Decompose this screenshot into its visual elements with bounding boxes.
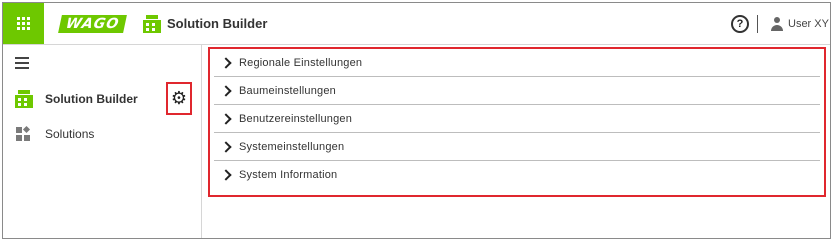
chevron-right-icon (220, 56, 232, 69)
solution-builder-icon (143, 15, 161, 33)
settings-item-user[interactable]: Benutzereinstellungen (214, 105, 820, 133)
settings-item-label: Baumeinstellungen (239, 84, 336, 97)
settings-item-label: System Information (239, 168, 338, 181)
sidebar-item-solutions[interactable]: Solutions (3, 123, 163, 145)
sidebar: Solution Builder ⚙ Solutions (3, 45, 202, 238)
settings-item-label: Systemeinstellungen (239, 140, 345, 153)
chevron-right-icon (220, 84, 232, 97)
settings-item-system-information[interactable]: System Information (214, 161, 820, 188)
help-icon[interactable]: ? (731, 15, 749, 33)
grid-icon (17, 17, 30, 30)
chevron-right-icon (220, 168, 232, 181)
settings-item-label: Regionale Einstellungen (239, 56, 363, 69)
settings-menu: Regionale Einstellungen Baumeinstellunge… (208, 47, 826, 197)
chevron-right-icon (220, 140, 232, 153)
settings-item-system[interactable]: Systemeinstellungen (214, 133, 820, 161)
settings-button[interactable]: ⚙ (166, 82, 192, 115)
user-name: User XY (788, 18, 829, 30)
settings-item-tree[interactable]: Baumeinstellungen (214, 77, 820, 105)
settings-item-label: Benutzereinstellungen (239, 112, 353, 125)
sidebar-item-label: Solutions (45, 127, 95, 141)
top-bar: WAGO Solution Builder ? User XY (3, 3, 830, 45)
chevron-right-icon (220, 112, 232, 125)
solution-builder-icon (15, 90, 33, 108)
header-divider (757, 15, 758, 33)
app-title: Solution Builder (167, 16, 268, 31)
settings-item-regional[interactable]: Regionale Einstellungen (214, 49, 820, 77)
user-menu[interactable]: User XY (770, 15, 829, 33)
gear-icon: ⚙ (170, 87, 188, 109)
user-icon (770, 17, 784, 31)
wago-logo: WAGO (58, 15, 128, 33)
sidebar-item-label: Solution Builder (45, 92, 138, 106)
hamburger-menu-icon[interactable] (15, 57, 29, 69)
app-launcher-button[interactable] (3, 3, 44, 44)
sidebar-item-solution-builder[interactable]: Solution Builder (3, 88, 163, 110)
app-window: WAGO Solution Builder ? User XY Solution… (2, 2, 831, 239)
solutions-icon (16, 125, 31, 141)
